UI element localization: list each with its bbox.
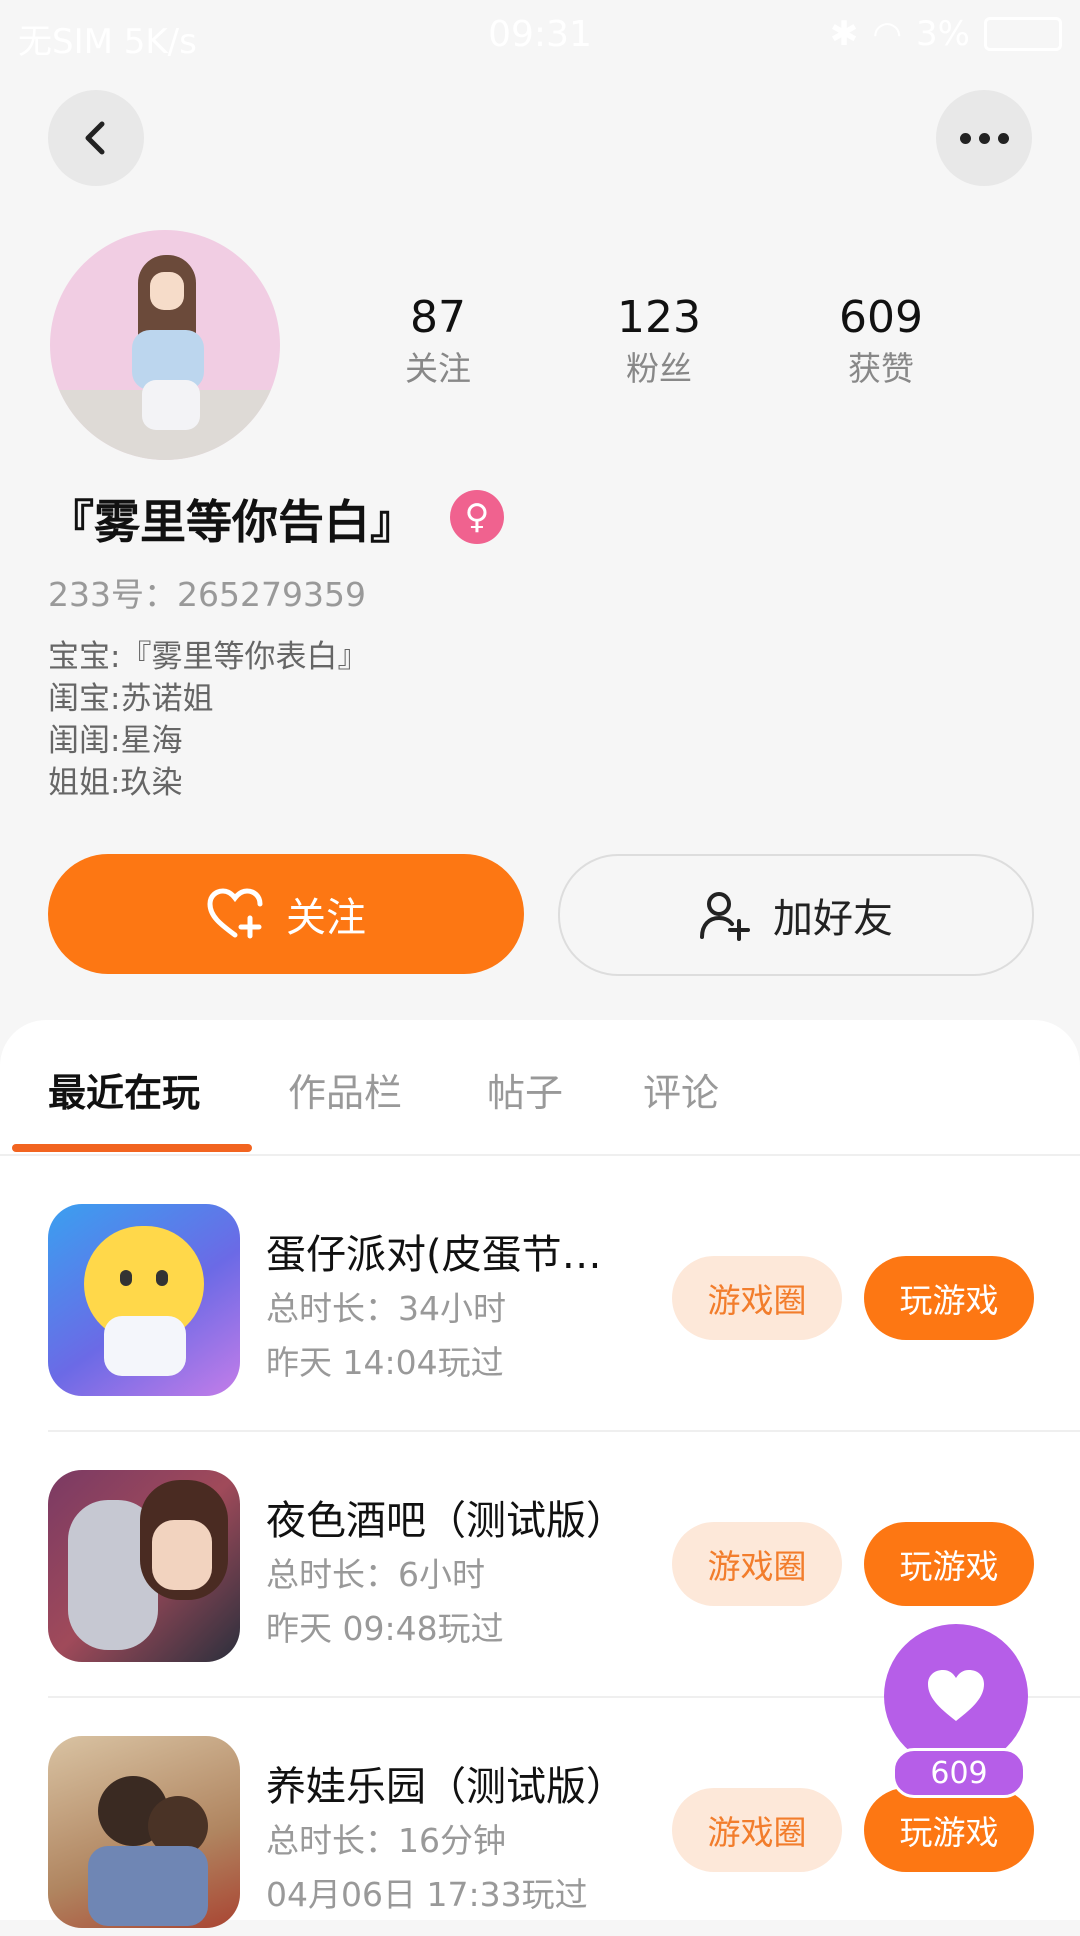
play-game-button[interactable]: 玩游戏	[864, 1256, 1034, 1340]
tab-comments[interactable]: 评论	[643, 1062, 719, 1117]
tab-bar: 最近在玩 作品栏 帖子 评论	[0, 1020, 1080, 1156]
avatar[interactable]	[50, 230, 280, 460]
game-circle-button[interactable]: 游戏圈	[672, 1522, 842, 1606]
more-button[interactable]	[936, 90, 1032, 186]
game-circle-button[interactable]: 游戏圈	[672, 1788, 842, 1872]
list-item[interactable]: 养娃乐园（测试版） 总时长：16分钟 04月06日 17:33玩过 游戏圈 玩游…	[48, 1736, 1034, 1936]
bio-line: 闺闺:星海	[48, 723, 183, 759]
stat-likes[interactable]: 609 获赞	[801, 292, 961, 394]
game-title: 养娃乐园（测试版）	[266, 1764, 626, 1810]
user-id[interactable]: 233号：265279359	[48, 568, 366, 616]
chevron-left-icon	[85, 121, 105, 155]
stat-value: 609	[839, 292, 923, 343]
stat-label: 获赞	[848, 349, 914, 388]
wifi-icon: ◠	[872, 14, 903, 54]
game-duration: 总时长：34小时	[266, 1289, 506, 1328]
tab-posts[interactable]: 帖子	[487, 1062, 563, 1117]
tab-recent[interactable]: 最近在玩	[48, 1062, 200, 1117]
back-button[interactable]	[48, 90, 144, 186]
game-icon[interactable]	[48, 1736, 240, 1928]
battery-icon	[984, 17, 1062, 51]
game-last-played: 昨天 09:48玩过	[266, 1609, 504, 1648]
heart-plus-icon	[207, 888, 263, 939]
game-icon[interactable]	[48, 1204, 240, 1396]
bluetooth-icon: ✱	[829, 14, 859, 54]
female-gender-icon: ♀	[450, 490, 504, 544]
follow-label: 关注	[286, 895, 366, 941]
tab-indicator	[12, 1144, 252, 1152]
follow-button[interactable]: 关注	[48, 854, 524, 974]
status-bar: 无SIM 5K/s 09:31 ✱ ◠ 3%	[0, 0, 1080, 76]
game-duration: 总时长：16分钟	[266, 1821, 506, 1860]
game-icon[interactable]	[48, 1470, 240, 1662]
game-title: 蛋仔派对(皮蛋节…	[266, 1232, 602, 1278]
stat-value: 123	[617, 292, 701, 343]
stat-label: 粉丝	[626, 349, 692, 388]
heart-icon	[928, 1670, 984, 1721]
bio-line: 闺宝:苏诺姐	[48, 681, 214, 717]
battery-percent: 3%	[916, 14, 970, 54]
game-circle-button[interactable]: 游戏圈	[672, 1256, 842, 1340]
play-game-button[interactable]: 玩游戏	[864, 1788, 1034, 1872]
add-user-icon	[700, 892, 750, 941]
game-title: 夜色酒吧（测试版）	[266, 1498, 626, 1544]
bio-line: 宝宝:『雾里等你表白』	[48, 639, 369, 675]
stat-value: 87	[410, 292, 466, 343]
more-dots-icon	[959, 132, 1009, 144]
divider	[48, 1430, 1080, 1432]
play-game-button[interactable]: 玩游戏	[864, 1522, 1034, 1606]
add-friend-button[interactable]: 加好友	[558, 854, 1034, 976]
list-item[interactable]: 夜色酒吧（测试版） 总时长：6小时 昨天 09:48玩过 游戏圈 玩游戏	[48, 1470, 1034, 1670]
add-friend-label: 加好友	[773, 896, 893, 942]
stat-following[interactable]: 87 关注	[358, 292, 518, 394]
game-duration: 总时长：6小时	[266, 1555, 485, 1594]
like-count-badge: 609	[892, 1748, 1026, 1798]
like-fab-button[interactable]	[884, 1624, 1028, 1768]
tab-works[interactable]: 作品栏	[288, 1062, 402, 1117]
stat-label: 关注	[405, 349, 471, 388]
game-last-played: 昨天 14:04玩过	[266, 1343, 504, 1382]
stat-fans[interactable]: 123 粉丝	[579, 292, 739, 394]
game-last-played: 04月06日 17:33玩过	[266, 1875, 588, 1914]
bio-line: 姐姐:玖染	[48, 765, 183, 801]
list-item[interactable]: 蛋仔派对(皮蛋节… 总时长：34小时 昨天 14:04玩过 游戏圈 玩游戏	[48, 1204, 1034, 1404]
status-right: ✱ ◠ 3%	[830, 14, 1062, 54]
profile-bio: 宝宝:『雾里等你表白』 闺宝:苏诺姐 闺闺:星海 姐姐:玖染	[48, 636, 368, 804]
profile-name: 『雾里等你告白』	[48, 495, 416, 549]
